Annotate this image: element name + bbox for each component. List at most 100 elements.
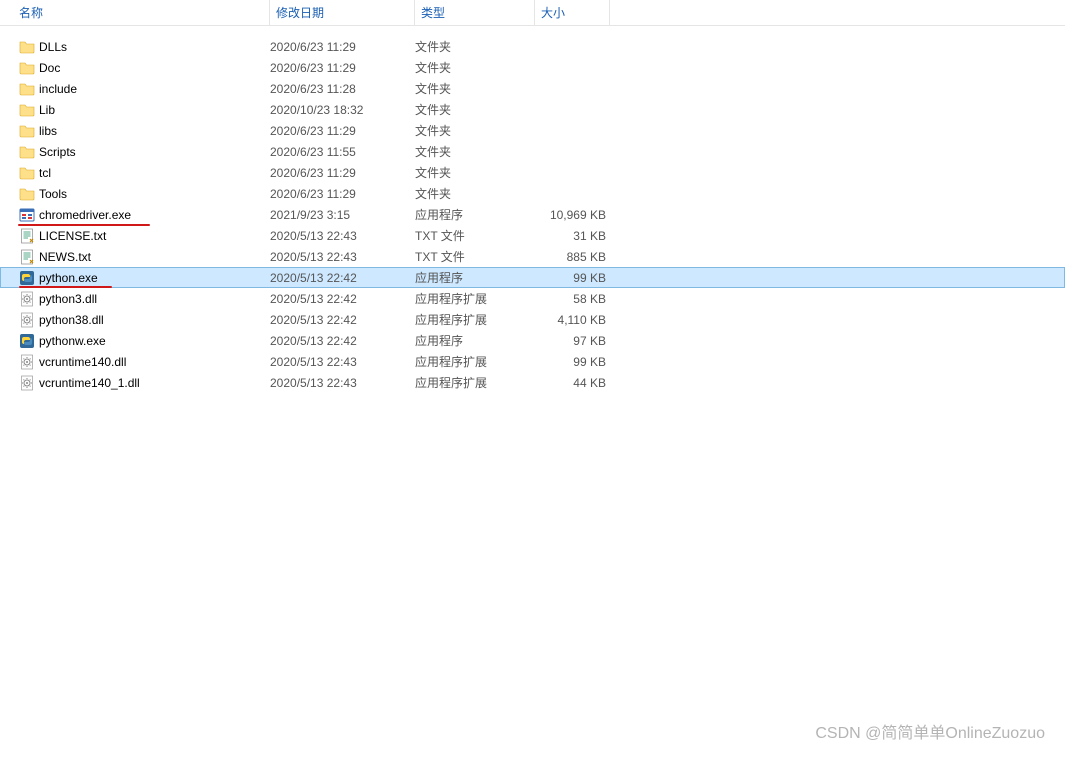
file-size-cell: 44 KB (535, 376, 610, 390)
file-name-label: LICENSE.txt (39, 229, 106, 243)
file-row[interactable]: LICENSE.txt 2020/5/13 22:43TXT 文件31 KB (0, 225, 1065, 246)
folder-icon (19, 60, 35, 76)
file-name-cell: vcruntime140_1.dll (19, 375, 270, 391)
file-name-cell: python3.dll (19, 291, 270, 307)
file-row[interactable]: Lib 2020/10/23 18:32文件夹 (0, 99, 1065, 120)
file-name-label: python3.dll (39, 292, 97, 306)
txt-icon (19, 249, 35, 265)
folder-icon (19, 186, 35, 202)
column-header-type[interactable]: 类型 (415, 0, 535, 25)
file-type-cell: 应用程序扩展 (415, 353, 535, 370)
file-date-cell: 2021/9/23 3:15 (270, 208, 415, 222)
file-row[interactable]: include 2020/6/23 11:28文件夹 (0, 78, 1065, 99)
column-header-name-label: 名称 (19, 4, 43, 21)
file-name-cell: Lib (19, 102, 270, 118)
file-name-label: Tools (39, 187, 67, 201)
file-row[interactable]: chromedriver.exe2021/9/23 3:15应用程序10,969… (0, 204, 1065, 225)
file-name-label: Doc (39, 61, 60, 75)
column-header-type-label: 类型 (421, 4, 445, 21)
file-type-cell: 文件夹 (415, 122, 535, 139)
file-name-label: include (39, 82, 77, 96)
file-type-cell: 应用程序扩展 (415, 311, 535, 328)
file-type-cell: 文件夹 (415, 101, 535, 118)
column-header-name[interactable]: 名称 (15, 0, 270, 25)
dll-icon (19, 291, 35, 307)
file-name-cell: pythonw.exe (19, 333, 270, 349)
file-date-cell: 2020/6/23 11:29 (270, 187, 415, 201)
file-date-cell: 2020/5/13 22:42 (270, 334, 415, 348)
file-date-cell: 2020/5/13 22:42 (270, 271, 415, 285)
file-name-cell: python.exe (19, 270, 270, 286)
column-header-date[interactable]: 修改日期 (270, 0, 415, 25)
file-size-cell: 99 KB (535, 271, 610, 285)
file-row[interactable]: Scripts2020/6/23 11:55文件夹 (0, 141, 1065, 162)
file-row[interactable]: python.exe2020/5/13 22:42应用程序99 KB (0, 267, 1065, 288)
file-date-cell: 2020/6/23 11:29 (270, 124, 415, 138)
file-size-cell: 97 KB (535, 334, 610, 348)
file-row[interactable]: libs2020/6/23 11:29文件夹 (0, 120, 1065, 141)
dll-icon (19, 354, 35, 370)
file-row[interactable]: Doc 2020/6/23 11:29文件夹 (0, 57, 1065, 78)
file-size-cell: 58 KB (535, 292, 610, 306)
folder-icon (19, 144, 35, 160)
file-type-cell: 应用程序扩展 (415, 374, 535, 391)
column-header-row: 名称 修改日期 类型 大小 (0, 0, 1065, 26)
file-date-cell: 2020/6/23 11:29 (270, 40, 415, 54)
folder-icon (19, 123, 35, 139)
file-date-cell: 2020/5/13 22:43 (270, 250, 415, 264)
file-date-cell: 2020/6/23 11:55 (270, 145, 415, 159)
file-row[interactable]: vcruntime140.dll2020/5/13 22:43应用程序扩展99 … (0, 351, 1065, 372)
file-name-cell: DLLs (19, 39, 270, 55)
file-row[interactable]: python3.dll 2020/5/13 22:42应用程序扩展58 KB (0, 288, 1065, 309)
file-name-label: pythonw.exe (39, 334, 106, 348)
watermark: CSDN @简简单单OnlineZuozuo (815, 719, 1045, 743)
file-row[interactable]: tcl2020/6/23 11:29文件夹 (0, 162, 1065, 183)
file-name-cell: LICENSE.txt (19, 228, 270, 244)
file-date-cell: 2020/6/23 11:28 (270, 82, 415, 96)
folder-icon (19, 81, 35, 97)
exe-icon (19, 207, 35, 223)
file-name-cell: chromedriver.exe (19, 207, 270, 223)
file-date-cell: 2020/5/13 22:43 (270, 229, 415, 243)
file-date-cell: 2020/6/23 11:29 (270, 61, 415, 75)
file-type-cell: 应用程序 (415, 332, 535, 349)
file-row[interactable]: NEWS.txt2020/5/13 22:43TXT 文件885 KB (0, 246, 1065, 267)
file-row[interactable]: DLLs2020/6/23 11:29文件夹 (0, 36, 1065, 57)
file-date-cell: 2020/10/23 18:32 (270, 103, 415, 117)
file-size-cell: 10,969 KB (535, 208, 610, 222)
file-size-cell: 31 KB (535, 229, 610, 243)
file-name-cell: NEWS.txt (19, 249, 270, 265)
file-name-label: Lib (39, 103, 55, 117)
file-type-cell: TXT 文件 (415, 227, 535, 244)
file-type-cell: 文件夹 (415, 80, 535, 97)
file-row[interactable]: vcruntime140_1.dll2020/5/13 22:43应用程序扩展4… (0, 372, 1065, 393)
file-name-cell: Doc (19, 60, 270, 76)
file-date-cell: 2020/5/13 22:42 (270, 292, 415, 306)
file-row[interactable]: pythonw.exe 2020/5/13 22:42应用程序97 KB (0, 330, 1065, 351)
file-type-cell: 文件夹 (415, 143, 535, 160)
column-header-size[interactable]: 大小 (535, 0, 610, 25)
dll-icon (19, 375, 35, 391)
file-type-cell: 应用程序扩展 (415, 290, 535, 307)
file-date-cell: 2020/5/13 22:43 (270, 376, 415, 390)
file-name-cell: include (19, 81, 270, 97)
file-type-cell: 文件夹 (415, 164, 535, 181)
file-date-cell: 2020/6/23 11:29 (270, 166, 415, 180)
folder-icon (19, 102, 35, 118)
file-name-label: vcruntime140.dll (39, 355, 126, 369)
file-name-label: python38.dll (39, 313, 104, 327)
python-icon (19, 333, 35, 349)
file-row[interactable]: python38.dll2020/5/13 22:42应用程序扩展4,110 K… (0, 309, 1065, 330)
file-size-cell: 4,110 KB (535, 313, 610, 327)
python-icon (19, 270, 35, 286)
file-name-label: python.exe (39, 271, 98, 285)
file-size-cell: 885 KB (535, 250, 610, 264)
file-type-cell: 文件夹 (415, 59, 535, 76)
column-header-size-label: 大小 (541, 4, 565, 21)
file-list: DLLs2020/6/23 11:29文件夹Doc2020/6/23 11:29… (0, 26, 1065, 393)
file-row[interactable]: Tools2020/6/23 11:29文件夹 (0, 183, 1065, 204)
dll-icon (19, 312, 35, 328)
file-name-label: DLLs (39, 40, 67, 54)
file-type-cell: TXT 文件 (415, 248, 535, 265)
file-date-cell: 2020/5/13 22:43 (270, 355, 415, 369)
